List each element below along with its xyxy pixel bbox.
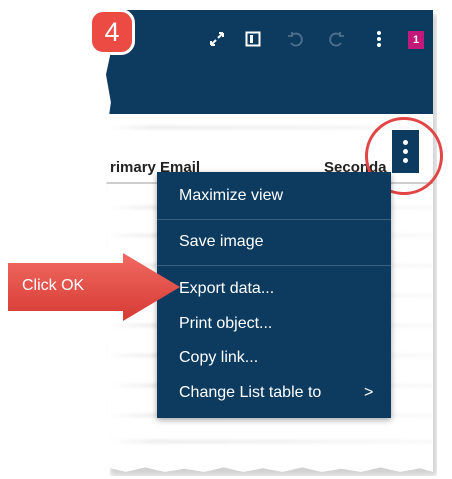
menu-item-print-object[interactable]: Print object...: [179, 315, 272, 333]
blurred-row: [106, 440, 433, 443]
expand-arrows-icon[interactable]: [208, 30, 226, 48]
chevron-right-icon: >: [364, 384, 374, 401]
step-number-badge: 4: [89, 9, 135, 55]
menu-item-export-data[interactable]: Export data...: [179, 280, 274, 298]
more-vertical-icon[interactable]: [370, 30, 388, 48]
menu-divider: [157, 219, 391, 220]
menu-item-change-list-table[interactable]: Change List table to: [179, 384, 321, 402]
app-header-bar: 1: [106, 10, 433, 114]
undo-icon[interactable]: [286, 30, 304, 48]
notification-badge[interactable]: 1: [408, 31, 424, 49]
object-context-menu: Maximize view Save image Export data... …: [157, 172, 391, 418]
menu-item-maximize-view[interactable]: Maximize view: [179, 187, 283, 205]
callout-label: Click OK: [22, 277, 85, 294]
menu-item-save-image[interactable]: Save image: [179, 233, 264, 251]
panel-toggle-icon[interactable]: [244, 30, 262, 48]
menu-divider: [157, 265, 391, 266]
redo-icon[interactable]: [328, 30, 346, 48]
menu-item-copy-link[interactable]: Copy link...: [179, 349, 258, 367]
